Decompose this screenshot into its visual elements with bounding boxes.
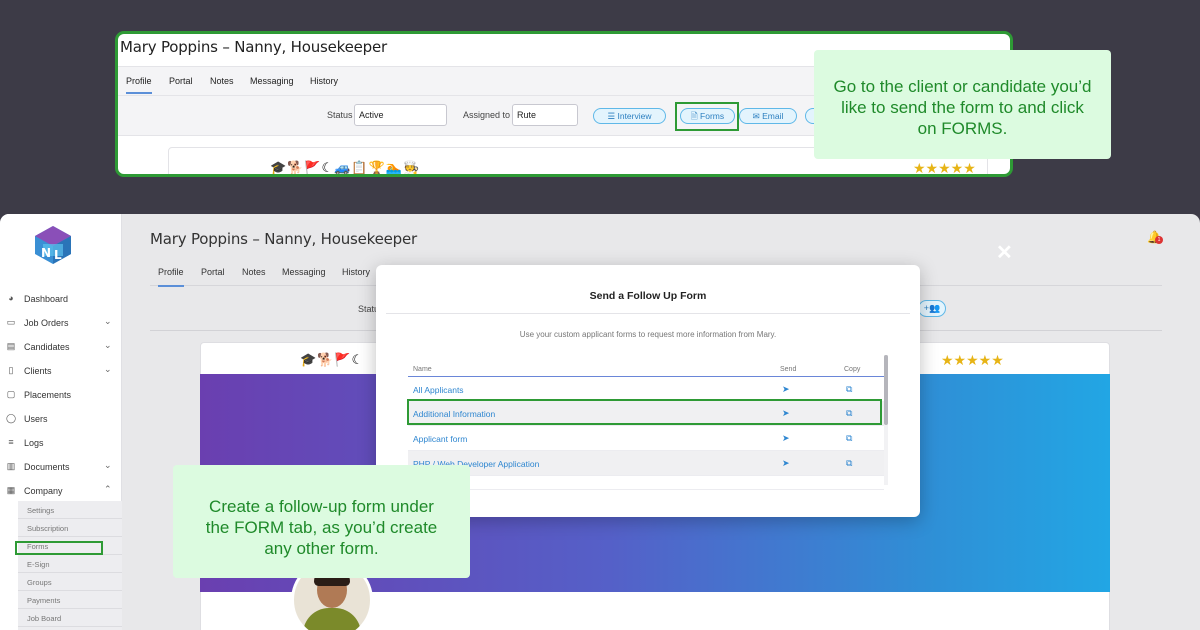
forms-submenu-highlight xyxy=(15,541,103,555)
chevron-down-icon: ⌄ xyxy=(104,364,112,374)
sidebar-item-dashboard[interactable]: ◕ Dashboard xyxy=(0,287,122,311)
sidebar-item-documents[interactable]: ▥ Documents ⌄ xyxy=(0,455,122,479)
copy-icon[interactable]: ⧉ xyxy=(846,458,852,469)
company-submenu: Settings Subscription Forms E-Sign Group… xyxy=(18,501,122,630)
chevron-down-icon: ⌄ xyxy=(104,316,112,326)
rating-stars: ★★★★★ xyxy=(913,160,976,176)
submenu-settings[interactable]: Settings xyxy=(18,501,122,519)
sidebar-item-company[interactable]: ▦ Company ⌃ xyxy=(0,479,122,503)
tab-profile[interactable]: Profile xyxy=(126,76,152,94)
folder-icon: ▢ xyxy=(6,389,16,399)
tab-portal[interactable]: Portal xyxy=(201,267,225,277)
submenu-payments[interactable]: Payments xyxy=(18,591,122,609)
sidebar-item-placements[interactable]: ▢ Placements xyxy=(0,383,122,407)
logo-icon: N L xyxy=(35,226,71,264)
candidate-title: Mary Poppins – Nanny, Housekeeper xyxy=(120,38,387,56)
tab-notes[interactable]: Notes xyxy=(210,76,234,86)
clipboard-icon: ▭ xyxy=(6,317,16,327)
column-name: Name xyxy=(413,366,432,373)
copy-icon[interactable]: ⧉ xyxy=(846,433,852,444)
building-icon: ▯ xyxy=(8,365,14,375)
sidebar: N L ◕ Dashboard ▭ Job Orders ⌄ ▤ Candida… xyxy=(0,214,122,630)
table-row: Applicant form ➤ ⧉ xyxy=(408,426,884,451)
chevron-down-icon: ⌄ xyxy=(104,340,112,350)
company-icon: ▦ xyxy=(6,485,16,495)
copy-icon[interactable]: ⧉ xyxy=(846,384,852,395)
column-copy: Copy xyxy=(844,366,861,373)
submenu-job-board[interactable]: Job Board xyxy=(18,609,122,627)
svg-text:N: N xyxy=(41,246,51,260)
tab-messaging[interactable]: Messaging xyxy=(282,267,326,277)
callout-top: Go to the client or candidate you’d like… xyxy=(814,50,1111,159)
modal-title: Send a Follow Up Form xyxy=(589,290,707,302)
notification-badge: 1 xyxy=(1155,236,1163,244)
assigned-select[interactable]: Rute xyxy=(512,104,578,126)
modal-divider xyxy=(386,313,910,314)
status-select[interactable]: Active xyxy=(354,104,447,126)
row-highlight xyxy=(407,399,882,425)
rating-stars: ★★★★★ xyxy=(941,352,1004,368)
forms-highlight xyxy=(675,102,739,131)
column-send: Send xyxy=(780,366,797,373)
interview-button[interactable]: ☰ Interview xyxy=(593,108,666,124)
user-icon: ◯ xyxy=(5,413,17,423)
sidebar-item-logs[interactable]: ≡ Logs xyxy=(0,431,122,455)
form-name-link[interactable]: All Applicants xyxy=(413,385,464,395)
assigned-label: Assigned to xyxy=(463,110,511,120)
tab-portal[interactable]: Portal xyxy=(169,76,193,86)
status-label: Status xyxy=(327,110,353,120)
sidebar-item-candidates[interactable]: ▤ Candidates ⌄ xyxy=(0,335,122,359)
sidebar-item-clients[interactable]: ▯ Clients ⌄ xyxy=(0,359,122,383)
scrollbar-thumb[interactable] xyxy=(884,355,888,425)
tab-profile[interactable]: Profile xyxy=(158,267,184,287)
chevron-down-icon: ⌄ xyxy=(104,460,112,470)
add-user-button[interactable]: +👥 xyxy=(918,300,946,317)
send-icon[interactable]: ➤ xyxy=(782,384,790,395)
tab-history[interactable]: History xyxy=(342,267,370,277)
submenu-e-sign[interactable]: E-Sign xyxy=(18,555,122,573)
table-header: Name Send Copy xyxy=(408,365,884,377)
email-button[interactable]: ✉ Email xyxy=(739,108,797,124)
svg-text:L: L xyxy=(54,248,62,262)
skill-icons: 🎓🐕🚩☾ xyxy=(300,352,365,367)
submenu-subscription[interactable]: Subscription xyxy=(18,519,122,537)
chevron-up-icon: ⌃ xyxy=(104,484,112,494)
tab-messaging[interactable]: Messaging xyxy=(250,76,294,86)
id-card-icon: ▤ xyxy=(6,341,16,351)
send-icon[interactable]: ➤ xyxy=(782,458,790,469)
form-name-link[interactable]: Applicant form xyxy=(413,434,467,444)
sidebar-item-job-orders[interactable]: ▭ Job Orders ⌄ xyxy=(0,311,122,335)
database-icon: ≡ xyxy=(8,437,14,447)
skill-icons: 🎓🐕🚩☾🚙📋🏆🏊🧑‍🍳 xyxy=(270,160,421,175)
modal-subtitle: Use your custom applicant forms to reque… xyxy=(519,330,777,339)
dashboard-icon: ◕ xyxy=(8,293,14,303)
table-row xyxy=(408,476,884,490)
tab-history[interactable]: History xyxy=(310,76,338,86)
close-icon[interactable]: ✕ xyxy=(996,240,1013,265)
send-icon[interactable]: ➤ xyxy=(782,433,790,444)
submenu-groups[interactable]: Groups xyxy=(18,573,122,591)
table-row: PHP / Web Developer Application ➤ ⧉ xyxy=(408,451,884,476)
page-title: Mary Poppins – Nanny, Housekeeper xyxy=(150,230,417,248)
tab-notes[interactable]: Notes xyxy=(242,267,266,277)
book-icon: ▥ xyxy=(6,461,16,471)
callout-bottom: Create a follow-up form under the FORM t… xyxy=(173,465,470,578)
sidebar-item-users[interactable]: ◯ Users xyxy=(0,407,122,431)
